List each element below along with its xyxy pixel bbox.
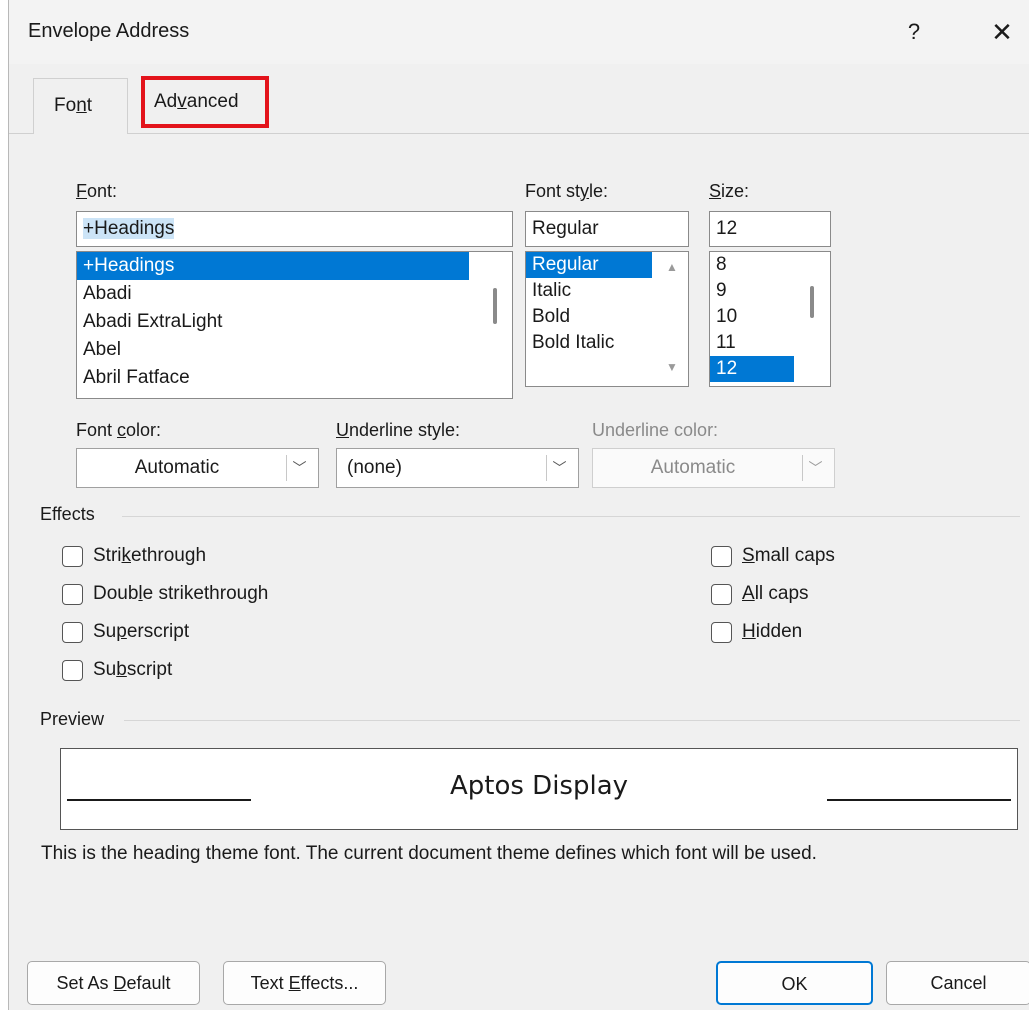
font-style-list-item[interactable]: Italic xyxy=(526,278,688,304)
checkbox-box[interactable] xyxy=(62,621,83,643)
font-list-item[interactable]: Abril Fatface xyxy=(77,364,512,392)
size-list-scrollbar[interactable] xyxy=(810,286,814,318)
hidden-checkbox[interactable]: Hidden xyxy=(711,617,802,647)
underline-style-label: Underline style: xyxy=(336,420,461,440)
scroll-down-icon[interactable]: ▼ xyxy=(666,360,678,374)
font-style-list[interactable]: Regular Italic Bold Bold Italic ▲ ▼ xyxy=(525,251,689,387)
font-style-list-item[interactable]: Bold xyxy=(526,304,688,330)
font-style-input[interactable]: Regular xyxy=(525,211,689,247)
preview-box: Aptos Display xyxy=(60,748,1018,830)
checkbox-box[interactable] xyxy=(711,545,732,567)
scroll-up-icon[interactable]: ▲ xyxy=(666,260,678,274)
size-list-item[interactable]: 11 xyxy=(710,330,830,356)
effects-divider xyxy=(122,516,1020,517)
checkbox-box[interactable] xyxy=(711,583,732,605)
tab-strip: Font Advanced xyxy=(9,64,1029,134)
strikethrough-checkbox[interactable]: Stri k ethrough xyxy=(62,541,206,571)
all-caps-checkbox[interactable]: All caps xyxy=(711,579,809,609)
font-style-list-item[interactable]: Regular xyxy=(526,252,652,278)
tab-divider xyxy=(9,133,1029,134)
preview-note: This is the heading theme font. The curr… xyxy=(41,843,817,864)
font-list[interactable]: +Headings Abadi Abadi ExtraLight Abel Ab… xyxy=(76,251,513,399)
effects-heading: Effects xyxy=(40,504,95,524)
font-name-input[interactable]: +Headings xyxy=(76,211,513,247)
font-dialog: Envelope Address ? ✕ Font Advanced Font:… xyxy=(8,0,1029,1010)
title-bar: Envelope Address ? ✕ xyxy=(9,0,1029,64)
font-style-list-item[interactable]: Bold Italic xyxy=(526,330,688,356)
preview-divider xyxy=(124,720,1020,721)
cancel-button[interactable]: Cancel xyxy=(886,961,1029,1005)
close-button[interactable]: ✕ xyxy=(984,14,1020,50)
font-list-item[interactable]: +Headings xyxy=(77,252,469,280)
font-list-item[interactable]: Abadi xyxy=(77,280,512,308)
underline-style-value: (none) xyxy=(347,457,402,478)
set-as-default-button[interactable]: Set As Default xyxy=(27,961,200,1005)
underline-color-value: Automatic xyxy=(650,457,736,478)
chevron-down-icon: ﹀ xyxy=(546,455,572,481)
font-list-scrollbar[interactable] xyxy=(493,288,497,324)
font-color-dropdown[interactable]: Automatic ﹀ xyxy=(76,448,319,488)
ok-button[interactable]: OK xyxy=(716,961,873,1005)
checkbox-box[interactable] xyxy=(62,583,83,605)
checkbox-box[interactable] xyxy=(62,659,83,681)
font-list-item[interactable]: Abel xyxy=(77,336,512,364)
dialog-title: Envelope Address xyxy=(28,20,190,42)
checkbox-box[interactable] xyxy=(711,621,732,643)
chevron-down-icon: ﹀ xyxy=(802,455,828,481)
chevron-down-icon: ﹀ xyxy=(286,455,312,481)
preview-heading: Preview xyxy=(40,709,105,729)
font-list-item[interactable]: Abadi ExtraLight xyxy=(77,308,512,336)
font-style-label: Font style: xyxy=(525,181,609,201)
double-strikethrough-checkbox[interactable]: Doub l e strikethrough xyxy=(62,579,268,609)
font-color-label: Font color: xyxy=(76,420,162,440)
tab-font[interactable]: Font xyxy=(33,78,128,134)
superscript-checkbox[interactable]: Su p erscript xyxy=(62,617,189,647)
small-caps-checkbox[interactable]: Small caps xyxy=(711,541,835,571)
underline-style-dropdown[interactable]: (none) ﹀ xyxy=(336,448,579,488)
tab-advanced[interactable]: Advanced xyxy=(141,76,269,128)
size-label: Size: xyxy=(709,181,750,201)
size-list-item[interactable]: 8 xyxy=(710,252,830,278)
size-input[interactable]: 12 xyxy=(709,211,831,247)
font-label: Font: xyxy=(76,181,118,201)
underline-color-label: Underline color: xyxy=(592,420,719,440)
help-button[interactable]: ? xyxy=(899,14,929,50)
preview-line-right xyxy=(827,799,1011,801)
font-color-value: Automatic xyxy=(134,457,220,478)
subscript-checkbox[interactable]: Su b script xyxy=(62,655,172,685)
checkbox-box[interactable] xyxy=(62,545,83,567)
size-list[interactable]: 8 9 10 11 12 xyxy=(709,251,831,387)
underline-color-dropdown: Automatic ﹀ xyxy=(592,448,835,488)
size-list-item[interactable]: 12 xyxy=(710,356,794,382)
text-effects-button[interactable]: Text Effects... xyxy=(223,961,386,1005)
preview-sample: Aptos Display xyxy=(449,771,629,801)
